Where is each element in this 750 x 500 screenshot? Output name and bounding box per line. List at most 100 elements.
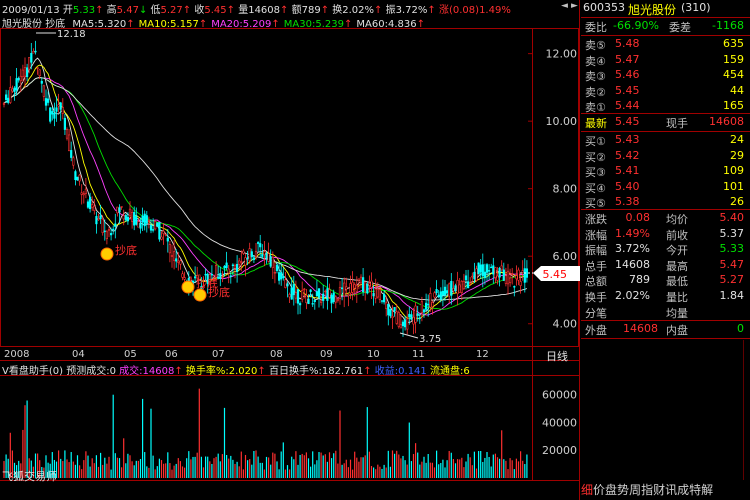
panel-tab[interactable]: 解 — [701, 481, 713, 498]
panel-tab[interactable]: 盘 — [605, 481, 617, 498]
x-tick-label: 08 — [270, 349, 283, 360]
candle-body — [173, 251, 176, 261]
candle-body — [412, 316, 415, 325]
x-tick-label: 10 — [367, 349, 380, 360]
candle-body — [225, 262, 228, 269]
candle-body — [84, 188, 87, 194]
candle-body — [120, 206, 123, 208]
panel-tab[interactable]: 成 — [677, 481, 689, 498]
candle-body — [301, 290, 304, 300]
candle-body — [319, 300, 323, 303]
x-tick-label: 09 — [320, 349, 333, 360]
panel-tab[interactable]: 特 — [689, 481, 701, 498]
volume-tick-label: 20000 — [542, 444, 577, 457]
candle-body — [366, 283, 369, 294]
panel-tab[interactable]: 指 — [641, 481, 653, 498]
kline-chart[interactable]: 12.00 10.00 8.00 6.00 4.00 60000 40000 20000 5… — [0, 0, 580, 500]
stat-label: 振幅 — [585, 244, 607, 258]
volume-bars — [3, 388, 528, 478]
candle-body — [124, 215, 127, 221]
y-tick-label: 12.00 — [546, 48, 578, 61]
candle-body — [231, 264, 235, 266]
candle-body — [294, 292, 298, 299]
volume-tick-label: 60000 — [542, 389, 577, 402]
weibi-value: -66.90% — [613, 19, 659, 32]
candle-body — [494, 267, 497, 278]
candle-body — [353, 284, 356, 289]
candle-body — [332, 292, 335, 303]
max-price-label: 12.18 — [57, 29, 86, 40]
candle-body — [462, 281, 466, 290]
candle-body — [508, 277, 512, 283]
candle-body — [256, 242, 260, 244]
candle-body — [166, 237, 169, 242]
candle-body — [479, 264, 482, 273]
candle-body — [418, 317, 421, 319]
candle-body — [133, 212, 136, 226]
buy-price: 5.41 — [615, 164, 640, 177]
now-vol-label: 现手 — [666, 117, 688, 130]
candle-body — [504, 275, 508, 284]
candle-body — [74, 171, 77, 180]
candle-body — [448, 283, 451, 297]
candle-body — [179, 260, 182, 265]
panel-tab[interactable]: 细 — [581, 481, 593, 498]
panel-tab[interactable]: 周 — [629, 481, 641, 498]
candle-body — [78, 174, 81, 182]
candle-body — [370, 280, 373, 288]
candle-body — [277, 272, 281, 281]
candle-body — [80, 192, 83, 195]
candle-body — [487, 270, 491, 272]
candle-body — [523, 268, 526, 283]
candle-body — [99, 215, 102, 219]
stat-value: 2.02% — [615, 289, 650, 302]
stat-row: 总手 14608 最高 5.47 — [581, 258, 750, 273]
candle-body — [23, 67, 27, 77]
profit-value: 收益:0.141 — [374, 366, 427, 377]
candle-body — [38, 69, 41, 76]
candle-body — [280, 272, 283, 280]
candle-body — [51, 111, 54, 115]
candle-body — [435, 289, 438, 294]
stat-label: 涨跌 — [585, 213, 607, 226]
candle-body — [229, 275, 232, 277]
panel-tab[interactable]: 讯 — [665, 481, 677, 498]
panel-tab[interactable]: 价 — [593, 481, 605, 498]
panel-tab[interactable]: 势 — [617, 481, 629, 498]
period-label[interactable]: 日线 — [546, 348, 568, 364]
candle-body — [378, 289, 382, 300]
candle-body — [372, 293, 375, 297]
latest-label: 最新 — [585, 117, 607, 130]
candle-body — [265, 253, 268, 259]
panel-tab[interactable]: 财 — [653, 481, 665, 498]
sell-row: 卖② 5.45 44 — [581, 84, 750, 99]
candle-body — [450, 280, 453, 296]
candle-body — [131, 212, 134, 222]
candle-body — [460, 281, 463, 293]
candle-body — [391, 315, 394, 319]
current-price-label: 5.45 — [543, 268, 568, 281]
candle-body — [70, 150, 73, 158]
now-vol-value: 14608 — [709, 115, 744, 128]
buy-price: 5.43 — [615, 133, 640, 146]
stat-row: 总额 789 最低 5.27 — [581, 273, 750, 288]
stat-label: 总额 — [585, 275, 607, 289]
candle-body — [464, 275, 468, 281]
candle-body — [441, 290, 445, 296]
candle-body — [389, 309, 392, 317]
candle-body — [28, 57, 31, 70]
panel-scrollbar[interactable] — [743, 340, 750, 480]
candle-body — [82, 193, 85, 196]
candle-body — [65, 129, 69, 139]
panel-tabs[interactable]: 细价盘势周指财讯成特解 — [581, 481, 750, 500]
forecast-volume: 预测成交:0 — [66, 366, 116, 377]
candle-body — [160, 236, 163, 240]
buy-label: 买④ — [585, 181, 606, 195]
candle-body — [30, 52, 33, 63]
sell-volume: 454 — [723, 68, 744, 81]
candle-body — [408, 313, 411, 318]
deal-volume: 成交:14608 — [119, 366, 175, 377]
indicator-name[interactable]: V看盘助手(0) — [2, 366, 63, 377]
candle-body — [227, 268, 230, 274]
candle-body — [427, 303, 430, 306]
